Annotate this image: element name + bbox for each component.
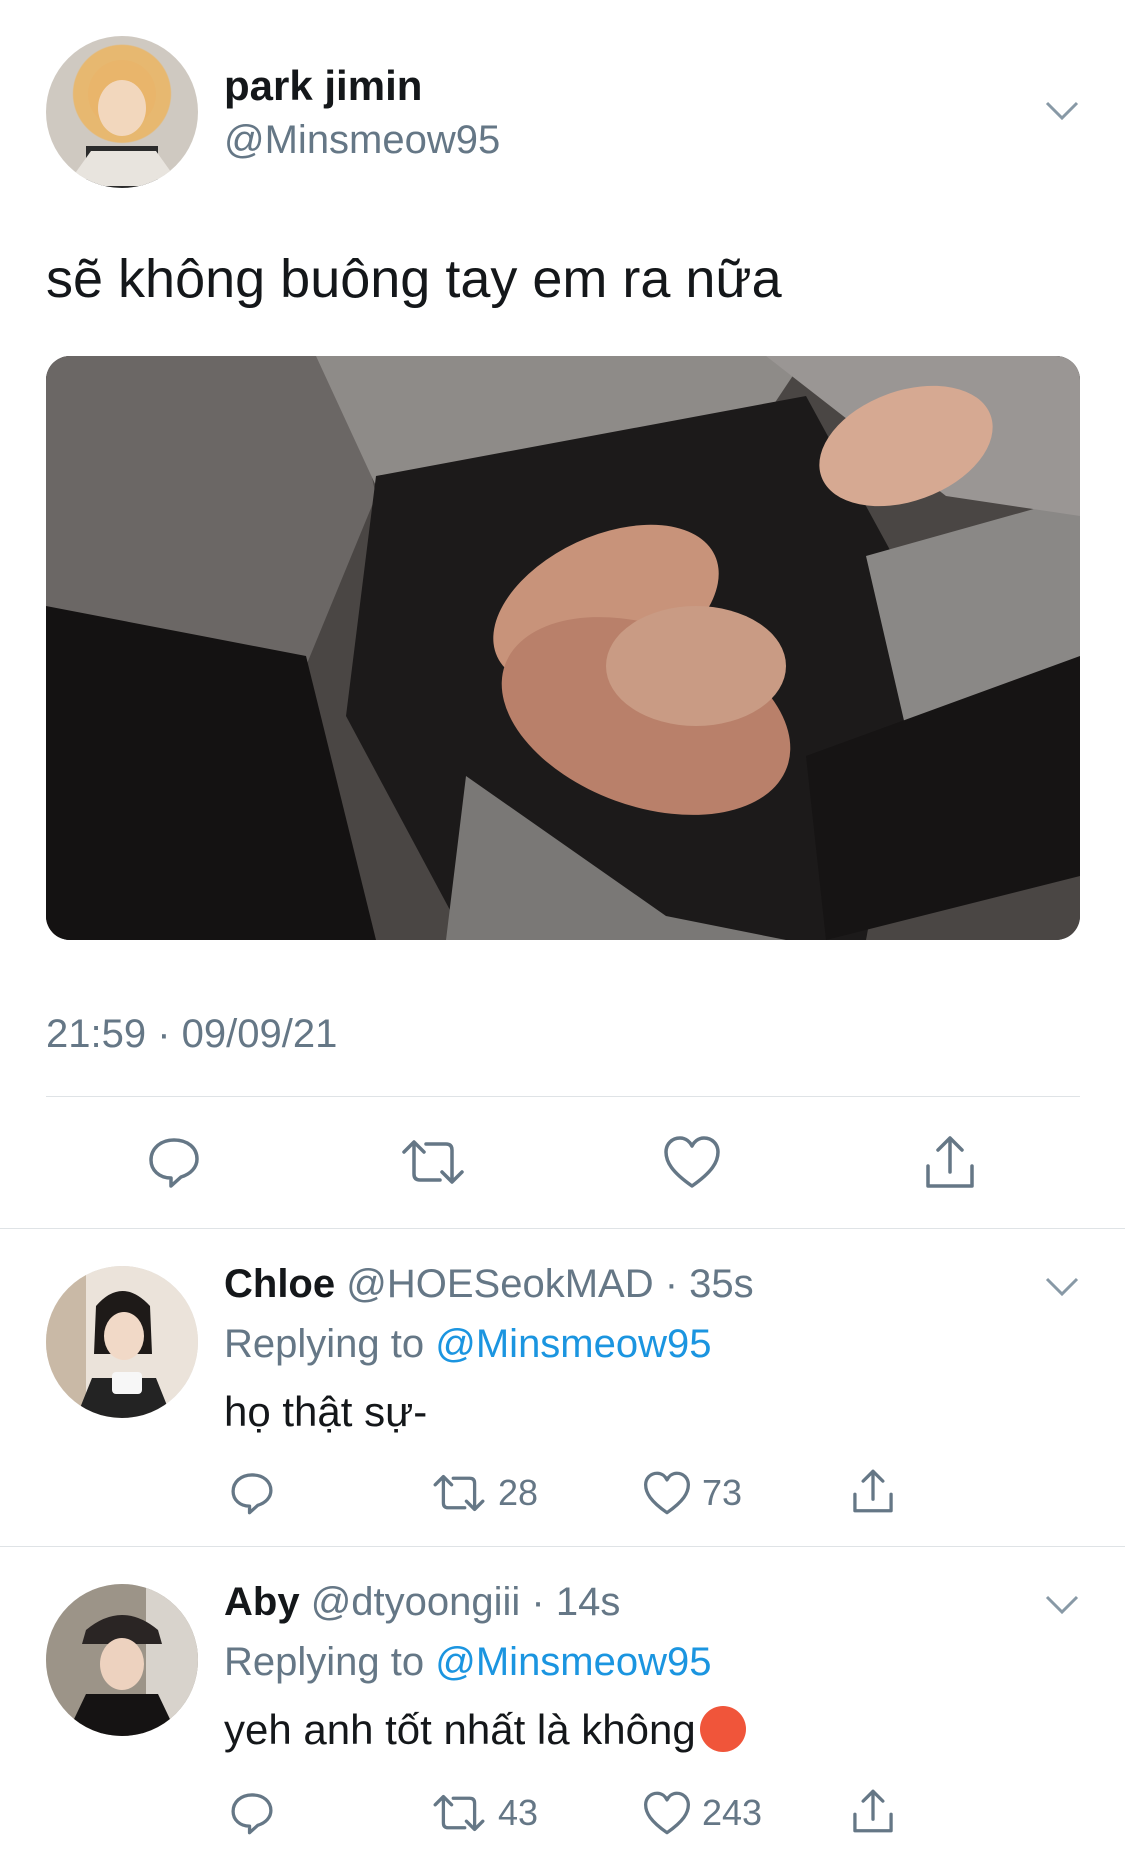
retweet-icon[interactable]	[398, 1134, 468, 1190]
tweet-text: sẽ không buông tay em ra nữa	[46, 249, 782, 309]
heart-icon[interactable]	[642, 1470, 692, 1516]
dot-separator: ·	[653, 1262, 690, 1306]
divider	[46, 1096, 1080, 1097]
share-icon[interactable]	[922, 1132, 978, 1192]
retweet-icon[interactable]	[430, 1790, 488, 1836]
retweet-action[interactable]: 43	[430, 1790, 538, 1836]
replying-label: Replying to	[224, 1322, 425, 1366]
share-icon[interactable]	[850, 1786, 896, 1836]
replying-to: Replying to @Minsmeow95	[224, 1640, 712, 1685]
dot-separator: ·	[520, 1580, 556, 1624]
main-avatar[interactable]	[46, 36, 198, 188]
divider	[0, 1546, 1125, 1547]
angry-face-emoji: 😡	[699, 1706, 746, 1752]
reply-handle[interactable]: @HOESeokMAD	[346, 1262, 653, 1306]
reply-time[interactable]: 14s	[556, 1580, 621, 1624]
chevron-down-icon[interactable]	[1044, 100, 1080, 122]
retweet-count: 28	[498, 1472, 539, 1513]
replying-label: Replying to	[224, 1640, 425, 1684]
share-icon[interactable]	[850, 1466, 896, 1516]
like-action[interactable]: 73	[642, 1470, 742, 1516]
reply-text: yeh anh tốt nhất là không	[224, 1706, 696, 1753]
reply-text-row: yeh anh tốt nhất là không😡	[224, 1706, 746, 1754]
reply-text: họ thật sự-	[224, 1388, 428, 1435]
reply-icon[interactable]	[228, 1470, 276, 1516]
retweet-action[interactable]: 28	[430, 1470, 538, 1516]
reply-header: Chloe @HOESeokMAD · 35s	[224, 1262, 754, 1307]
replying-handle-link[interactable]: @Minsmeow95	[435, 1322, 711, 1366]
retweet-icon[interactable]	[430, 1470, 488, 1516]
divider	[0, 1228, 1125, 1229]
reply-handle[interactable]: @dtyoongiii	[311, 1580, 521, 1624]
reply-header: Aby @dtyoongiii · 14s	[224, 1580, 620, 1625]
tweet-image[interactable]	[46, 356, 1080, 940]
reply-time[interactable]: 35s	[689, 1262, 754, 1306]
main-handle[interactable]: @Minsmeow95	[224, 118, 500, 163]
like-action[interactable]: 243	[642, 1790, 762, 1836]
reply-icon[interactable]	[146, 1134, 202, 1190]
heart-icon[interactable]	[662, 1134, 722, 1190]
retweet-count: 43	[498, 1792, 539, 1833]
main-display-name[interactable]: park jimin	[224, 62, 422, 110]
like-count: 243	[702, 1792, 763, 1833]
heart-icon[interactable]	[642, 1790, 692, 1836]
reply-avatar[interactable]	[46, 1584, 198, 1736]
reply-display-name[interactable]: Aby	[224, 1580, 300, 1624]
tweet-timestamp[interactable]: 21:59 · 09/09/21	[46, 1012, 337, 1057]
replying-to: Replying to @Minsmeow95	[224, 1322, 712, 1367]
reply-avatar[interactable]	[46, 1266, 198, 1418]
chevron-down-icon[interactable]	[1044, 1594, 1080, 1616]
like-count: 73	[702, 1472, 743, 1513]
reply-icon[interactable]	[228, 1790, 276, 1836]
replying-handle-link[interactable]: @Minsmeow95	[435, 1640, 711, 1684]
reply-display-name[interactable]: Chloe	[224, 1262, 335, 1306]
chevron-down-icon[interactable]	[1044, 1276, 1080, 1298]
